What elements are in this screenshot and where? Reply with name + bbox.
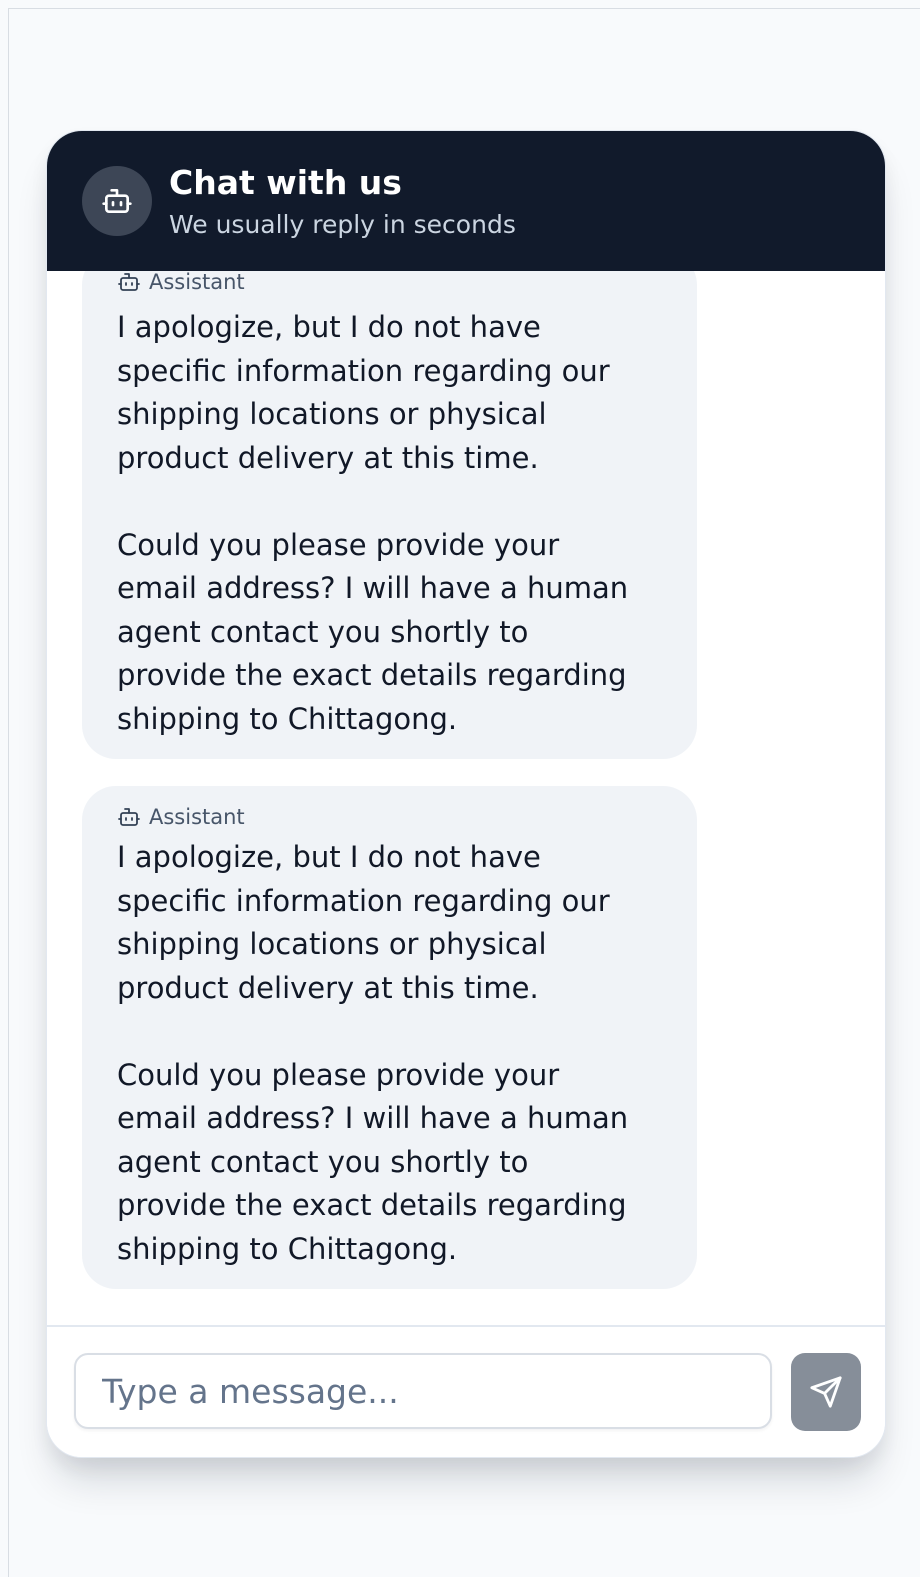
bot-icon: [102, 189, 132, 213]
chat-title: Chat with us: [169, 163, 402, 202]
message-input[interactable]: [74, 1353, 772, 1429]
assistant-message: Assistant I apologize, but I do not have…: [82, 271, 697, 759]
message-meta: Assistant: [117, 803, 245, 831]
sender-label: Assistant: [149, 805, 245, 829]
send-icon: [810, 1376, 842, 1408]
message-text: I apologize, but I do not have specific …: [117, 310, 629, 736]
bot-icon: [118, 808, 140, 826]
header-avatar: [82, 166, 152, 236]
message-text: I apologize, but I do not have specific …: [117, 840, 629, 1266]
assistant-message: Assistant I apologize, but I do not have…: [82, 786, 697, 1289]
message-list[interactable]: Assistant I apologize, but I do not have…: [47, 271, 885, 1325]
chat-subtitle: We usually reply in seconds: [169, 210, 516, 239]
chat-widget: Chat with us We usually reply in seconds…: [46, 130, 886, 1458]
chat-header: Chat with us We usually reply in seconds: [47, 131, 885, 271]
send-button[interactable]: [791, 1353, 861, 1431]
message-meta: Assistant: [117, 271, 245, 296]
composer-bar: [47, 1325, 885, 1457]
bot-icon: [118, 273, 140, 291]
sender-label: Assistant: [149, 271, 245, 294]
